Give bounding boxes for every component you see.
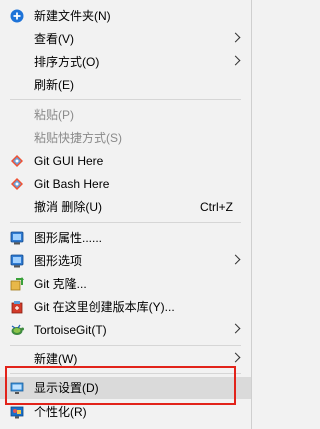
desktop-context-menu: 新建文件夹(N) 查看(V) 排序方式(O) 刷新(E) 粘贴(P) 粘贴快捷方… (0, 0, 252, 429)
personalize-icon (10, 406, 24, 419)
menu-separator (10, 345, 241, 346)
chevron-right-icon (230, 323, 241, 334)
git-bash-icon (11, 178, 23, 190)
menu-item-git-clone[interactable]: Git 克隆... (0, 273, 251, 295)
menu-item-label: 图形属性...... (34, 231, 103, 245)
menu-item-paste[interactable]: 粘贴(P) (0, 104, 251, 126)
menu-item-tortoisegit[interactable]: TortoiseGit(T) (0, 319, 251, 341)
git-create-repo-icon (11, 301, 23, 314)
menu-separator (10, 99, 241, 100)
menu-item-label: Git GUI Here (34, 154, 104, 168)
menu-item-label: TortoiseGit(T) (34, 323, 107, 337)
menu-item-shortcut: Ctrl+Z (200, 200, 233, 214)
menu-item-undo-delete[interactable]: 撤消 删除(U) Ctrl+Z (0, 196, 251, 218)
menu-separator (10, 222, 241, 223)
new-folder-icon (10, 9, 24, 23)
git-clone-icon (10, 277, 24, 291)
tortoisegit-icon (11, 324, 24, 335)
menu-item-refresh[interactable]: 刷新(E) (0, 74, 251, 96)
menu-item-paste-shortcut[interactable]: 粘贴快捷方式(S) (0, 127, 251, 149)
menu-item-label: 排序方式(O) (34, 55, 100, 69)
chevron-right-icon (230, 55, 241, 66)
menu-item-label: Git 在这里创建版本库(Y)... (34, 300, 175, 314)
menu-item-label: 查看(V) (34, 32, 74, 46)
menu-item-label: 撤消 删除(U) (34, 200, 102, 214)
graphics-options-icon (10, 254, 24, 268)
menu-item-git-bash-here[interactable]: Git Bash Here (0, 173, 251, 195)
menu-item-git-create-repo[interactable]: Git 在这里创建版本库(Y)... (0, 296, 251, 318)
menu-item-view[interactable]: 查看(V) (0, 28, 251, 50)
menu-item-label: 新建文件夹(N) (34, 9, 111, 23)
menu-item-graphics-properties[interactable]: 图形属性...... (0, 227, 251, 249)
chevron-right-icon (230, 32, 241, 43)
menu-item-new-folder[interactable]: 新建文件夹(N) (0, 5, 251, 27)
chevron-right-icon (230, 254, 241, 265)
git-gui-icon (11, 155, 23, 167)
graphics-properties-icon (10, 231, 24, 245)
menu-item-label: Git 克隆... (34, 277, 87, 291)
menu-item-label: Git Bash Here (34, 177, 110, 191)
chevron-right-icon (230, 352, 241, 363)
menu-item-graphics-options[interactable]: 图形选项 (0, 250, 251, 272)
menu-item-git-gui-here[interactable]: Git GUI Here (0, 150, 251, 172)
menu-item-label: 粘贴快捷方式(S) (34, 131, 122, 145)
menu-item-label: 图形选项 (34, 254, 83, 268)
menu-item-sort-by[interactable]: 排序方式(O) (0, 51, 251, 73)
menu-item-label: 刷新(E) (34, 78, 74, 92)
highlight-annotation-box (5, 366, 236, 405)
menu-item-label: 粘贴(P) (34, 108, 74, 122)
